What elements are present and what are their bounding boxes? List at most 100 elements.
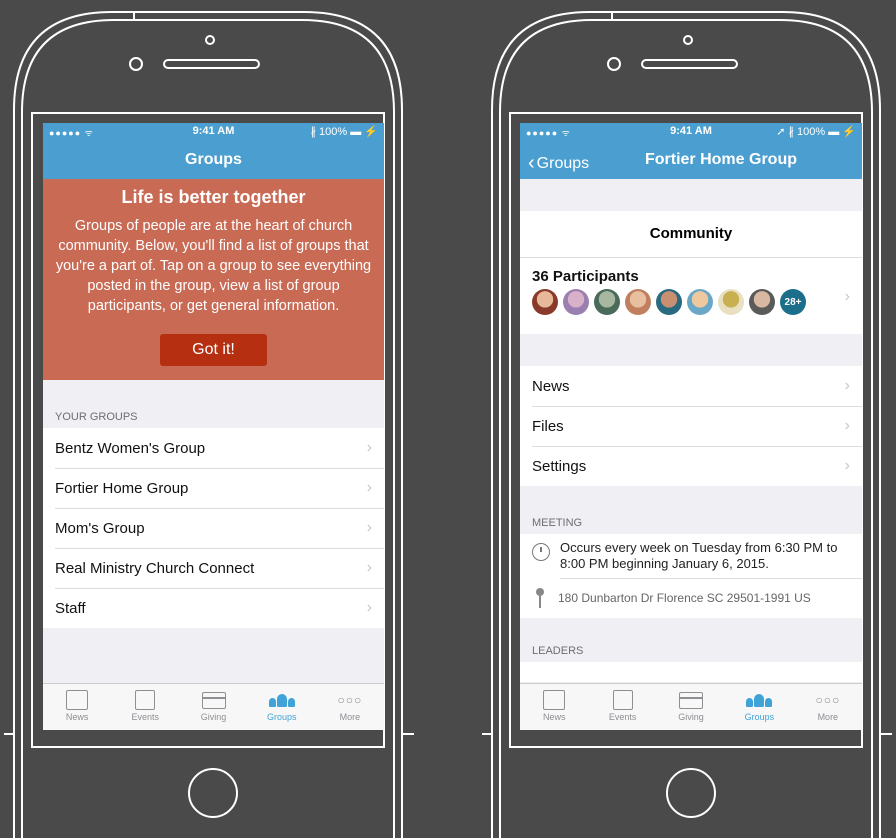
tab-label: Events — [608, 712, 637, 722]
tab-events[interactable]: Events — [111, 684, 179, 730]
tab-groups[interactable]: Groups — [248, 684, 316, 730]
status-bar: ●●●●● ᯤ 9:41 AM ➚ ∦ 100% ▬ ⚡ — [520, 123, 862, 141]
group-name: Fortier Home Group — [55, 479, 189, 497]
section-header-leaders: LEADERS — [532, 645, 584, 657]
banner-body: Groups of people are at the heart of chu… — [55, 218, 372, 314]
avatar — [749, 289, 775, 315]
meeting-card: Occurs every week on Tuesday from 6:30 P… — [520, 534, 862, 618]
home-button[interactable] — [188, 768, 238, 818]
menu-label: Files — [532, 417, 564, 435]
right-phone: ●●●●● ᯤ 9:41 AM ➚ ∦ 100% ▬ ⚡ ‹ Groups For… — [482, 0, 892, 838]
more-dots-icon: ○○○ — [337, 693, 363, 707]
left-screen: ●●●●● ᯤ 9:41 AM ∦ 100% ▬ ⚡ Groups Life i… — [43, 123, 384, 730]
tab-giving[interactable]: Giving — [657, 684, 725, 730]
menu-label: News — [532, 377, 570, 395]
chevron-right-icon: › — [844, 377, 850, 394]
meeting-schedule-text: Occurs every week on Tuesday from 6:30 P… — [560, 540, 838, 571]
groups-list: Bentz Women's Group › Fortier Home Group ›… — [43, 428, 384, 628]
clock-icon — [532, 543, 550, 561]
page-title: Fortier Home Group — [644, 151, 797, 168]
participants-count: 36 Participants — [532, 268, 639, 285]
avatar — [656, 289, 682, 315]
chevron-right-icon: › — [366, 479, 372, 496]
status-bar: ●●●●● ᯤ 9:41 AM ∦ 100% ▬ ⚡ — [43, 123, 384, 141]
group-row[interactable]: Staff › — [43, 588, 384, 628]
group-row[interactable]: Real Ministry Church Connect › — [43, 548, 384, 588]
tab-label: Groups — [266, 712, 297, 722]
tab-label: Giving — [678, 712, 704, 722]
chevron-right-icon: › — [366, 519, 372, 536]
tab-news[interactable]: News — [520, 684, 588, 730]
group-name: Mom's Group — [55, 519, 145, 537]
avatar — [594, 289, 620, 315]
calendar-icon — [135, 690, 156, 710]
community-card: Community 36 Participants 28+ › — [520, 211, 862, 334]
nav-bar: ‹ Groups Fortier Home Group — [520, 141, 862, 179]
nav-bar: Groups — [43, 141, 384, 179]
tab-label: Giving — [200, 712, 227, 722]
avatar — [687, 289, 713, 315]
banner-heading: Life is better together — [121, 187, 306, 207]
chevron-right-icon: › — [844, 457, 850, 474]
menu-row-files[interactable]: Files › — [520, 406, 862, 446]
tab-events[interactable]: Events — [588, 684, 656, 730]
chevron-right-icon: › — [844, 288, 850, 305]
chevron-right-icon: › — [366, 599, 372, 616]
got-it-button[interactable]: Got it! — [160, 334, 267, 366]
meeting-schedule: Occurs every week on Tuesday from 6:30 P… — [520, 534, 862, 578]
group-row[interactable]: Fortier Home Group › — [43, 468, 384, 508]
group-row[interactable]: Bentz Women's Group › — [43, 428, 384, 468]
newspaper-icon — [543, 690, 566, 710]
section-header-your-groups: YOUR GROUPS — [55, 411, 138, 423]
battery-indicator: ∦ 100% ▬ ⚡ — [310, 126, 379, 138]
tab-bar: News Events Giving Groups ○○○ More — [43, 683, 384, 730]
menu-row-news[interactable]: News › — [520, 366, 862, 406]
group-row[interactable]: Mom's Group › — [43, 508, 384, 548]
tab-label: More — [817, 712, 839, 722]
tab-label: News — [65, 712, 89, 722]
avatar-strip: 28+ — [532, 289, 850, 315]
tab-groups[interactable]: Groups — [725, 684, 793, 730]
chevron-left-icon: ‹ — [528, 152, 535, 174]
people-icon — [268, 693, 295, 707]
meeting-location[interactable]: 180 Dunbarton Dr Florence SC 29501-1991 … — [520, 578, 862, 618]
tab-more[interactable]: ○○○ More — [316, 684, 384, 730]
menu-row-settings[interactable]: Settings › — [520, 446, 862, 486]
avatar — [532, 289, 558, 315]
location-pin-icon — [535, 588, 545, 608]
newspaper-icon — [66, 690, 89, 710]
people-icon — [746, 693, 773, 707]
home-button[interactable] — [666, 768, 716, 818]
welcome-banner: Life is better together Groups of people… — [43, 179, 384, 380]
tab-news[interactable]: News — [43, 684, 111, 730]
avatar — [625, 289, 651, 315]
leaders-list — [520, 662, 862, 682]
tab-bar: News Events Giving Groups ○○○ More — [520, 683, 862, 730]
credit-card-icon — [679, 691, 704, 709]
tab-label: More — [339, 712, 361, 722]
tab-giving[interactable]: Giving — [179, 684, 247, 730]
community-header: Community — [520, 211, 862, 258]
more-participants-badge: 28+ — [780, 289, 806, 315]
tab-label: Events — [131, 712, 160, 722]
group-name: Staff — [55, 599, 86, 617]
right-screen: ●●●●● ᯤ 9:41 AM ➚ ∦ 100% ▬ ⚡ ‹ Groups For… — [520, 123, 862, 730]
group-name: Bentz Women's Group — [55, 439, 206, 457]
chevron-right-icon: › — [366, 439, 372, 456]
credit-card-icon — [201, 691, 226, 709]
tab-more[interactable]: ○○○ More — [794, 684, 862, 730]
group-name: Real Ministry Church Connect — [55, 559, 255, 577]
avatar — [718, 289, 744, 315]
group-menu: News › Files › Settings › — [520, 366, 862, 486]
avatar — [563, 289, 589, 315]
tab-label: Groups — [744, 712, 775, 722]
section-header-meeting: MEETING — [532, 517, 583, 529]
tab-label: News — [542, 712, 566, 722]
participants-row[interactable]: 36 Participants 28+ › — [520, 258, 862, 334]
chevron-right-icon: › — [844, 417, 850, 434]
calendar-icon — [612, 690, 633, 710]
meeting-address: 180 Dunbarton Dr Florence SC 29501-1991 … — [558, 591, 811, 605]
more-dots-icon: ○○○ — [815, 693, 841, 707]
chevron-right-icon: › — [366, 559, 372, 576]
menu-label: Settings — [532, 457, 587, 475]
